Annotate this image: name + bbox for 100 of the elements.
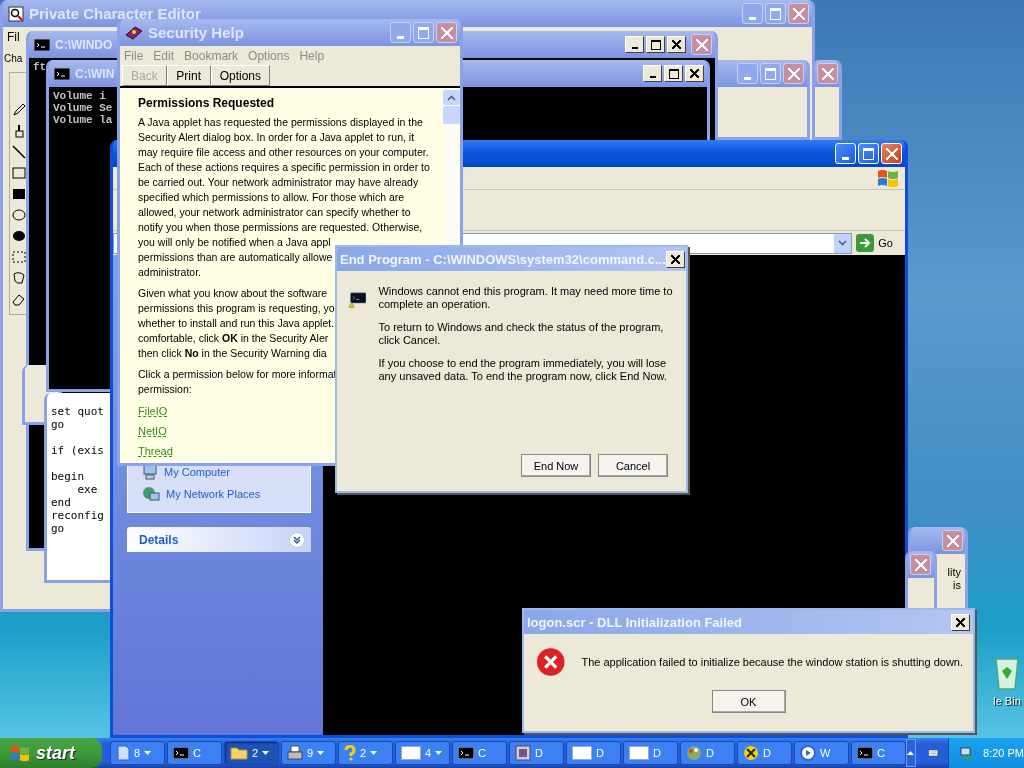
chevron-down-icon <box>289 531 305 548</box>
window-body <box>815 87 839 137</box>
pencil-icon <box>12 103 26 117</box>
help-text-line: may require file access and other resources on your computer. <box>138 145 429 160</box>
code-line: go <box>51 418 65 431</box>
chevron-up-icon <box>907 751 915 755</box>
code-line: set quot <box>51 405 104 418</box>
topic-heading: Permissions Requested <box>138 96 275 110</box>
taskbar-button[interactable]: 4 <box>395 741 450 765</box>
filled-rectangle-icon <box>12 187 26 201</box>
desktop-icon-label[interactable]: le Bin <box>993 695 1021 707</box>
chevron-down-icon <box>838 240 848 246</box>
filled-ellipse-icon <box>12 229 26 243</box>
error-icon <box>536 646 566 678</box>
eraser-icon <box>12 292 26 306</box>
computer-icon <box>142 464 158 480</box>
ok-button[interactable]: OK <box>711 690 786 713</box>
magnifier-icon <box>8 5 24 22</box>
play-icon <box>800 745 816 761</box>
caret-icon <box>144 751 152 755</box>
window-title: C:\WIN <box>75 66 115 81</box>
permission-link[interactable]: Thread <box>138 445 173 457</box>
menu-item[interactable]: Options <box>248 48 290 63</box>
document-icon <box>116 745 130 761</box>
help-text-line: Click a permission below for more informat <box>138 367 337 382</box>
dialog-message: If you choose to end the program immediately, you will lose any unsaved data. To end the program now, click End Now. <box>378 357 668 383</box>
caret-icon <box>370 751 378 755</box>
dialog-title: End Program - C:\WINDOWS\system32\command.c... <box>340 251 666 267</box>
error-message: The application failed to initialize because the window station is shutting down. <box>581 656 963 668</box>
clock: 8:20 PM <box>983 747 1024 759</box>
toolbar-button[interactable]: Options <box>210 65 271 86</box>
chevron-up-icon <box>447 94 456 101</box>
taskbar-button[interactable]: 2 <box>338 741 393 765</box>
selection-icon <box>12 250 26 264</box>
taskbar-button[interactable]: C <box>851 741 906 765</box>
windows-logo-icon <box>10 744 30 762</box>
place-link[interactable]: My Computer <box>142 464 300 480</box>
taskbar-scroll[interactable] <box>906 739 916 767</box>
toolbar-button[interactable]: Print <box>166 65 211 86</box>
permission-link[interactable]: FileIO <box>138 405 168 417</box>
code-line: begin <box>51 470 85 483</box>
help-text-line: Security Alert dialog box. In order for a Java applet to run, it <box>138 130 415 145</box>
arrow-right-icon <box>856 234 875 252</box>
dialog-button[interactable]: Cancel <box>598 454 668 477</box>
taskbar-button[interactable]: D <box>566 741 621 765</box>
network-icon <box>142 486 160 502</box>
taskbar-button[interactable]: 2 <box>224 741 279 765</box>
console-icon <box>54 67 70 80</box>
code-line: exe <box>76 483 98 496</box>
code-line: end <box>51 496 71 509</box>
menu-item[interactable]: Edit <box>153 48 175 63</box>
taskbar-button[interactable]: W <box>794 741 849 765</box>
code-line: reconfig <box>51 509 104 522</box>
window-title: Security Help <box>148 24 244 41</box>
menu-item[interactable]: Bookmark <box>184 48 239 63</box>
taskbar-button[interactable]: D <box>680 741 735 765</box>
menu-item[interactable]: Fil <box>7 30 20 44</box>
dialog-message: Windows cannot end this program. It may need more time to complete an operation. <box>378 285 674 311</box>
details-panel-header[interactable]: Details <box>127 527 311 552</box>
panel-title: Details <box>139 532 180 547</box>
folder-icon <box>230 746 248 760</box>
taskbar-button[interactable]: 8 <box>110 741 165 765</box>
field-label: Cha <box>4 53 23 64</box>
menu-item[interactable]: Help <box>299 48 325 63</box>
code-line: if (exis <box>51 444 104 457</box>
dialog-button[interactable]: End Now <box>521 454 591 477</box>
help-text-line: permission: <box>138 382 192 397</box>
taskbar-button[interactable]: 9 <box>281 741 336 765</box>
code-line: go <box>51 522 65 535</box>
taskbar-button[interactable]: C <box>452 741 507 765</box>
console-icon <box>857 747 873 759</box>
help-text-line: then click No in the Security Warning dia <box>138 346 327 361</box>
taskbar-button[interactable]: D <box>737 741 792 765</box>
window-title: Private Character Editor <box>29 5 201 22</box>
scroll-thumb[interactable] <box>443 106 460 124</box>
keyboard-icon[interactable] <box>927 747 939 759</box>
help-text-line: you will only be notified when a Java appl <box>138 235 331 250</box>
help-book-icon <box>125 24 143 41</box>
go-button[interactable]: Go <box>856 234 901 252</box>
dropdown-button[interactable] <box>834 233 852 253</box>
window-icon <box>629 746 649 760</box>
taskbar-button[interactable]: D <box>509 741 564 765</box>
permission-link[interactable]: NetIO <box>138 425 167 437</box>
rectangle-icon <box>12 166 26 180</box>
help-text-line: be carried out. Your network administrator may have already <box>138 175 419 190</box>
window-icon <box>401 746 421 760</box>
question-mark-icon <box>344 745 356 761</box>
recycle-bin-icon[interactable] <box>992 655 1022 691</box>
dialog-title: logon.scr - DLL Initialization Failed <box>527 614 742 630</box>
help-text-line: specified which permissions to allow. For those which are <box>138 190 405 205</box>
menu-item[interactable]: File <box>124 48 144 63</box>
start-button[interactable]: start <box>0 738 102 768</box>
place-link[interactable]: My Network Places <box>142 486 300 502</box>
caret-icon <box>262 751 270 755</box>
console-icon <box>173 747 189 759</box>
taskbar-button[interactable]: C <box>167 741 222 765</box>
network-icon[interactable] <box>959 745 976 761</box>
ellipse-icon <box>12 208 26 222</box>
taskbar-button[interactable]: D <box>623 741 678 765</box>
app-icon <box>515 745 531 761</box>
